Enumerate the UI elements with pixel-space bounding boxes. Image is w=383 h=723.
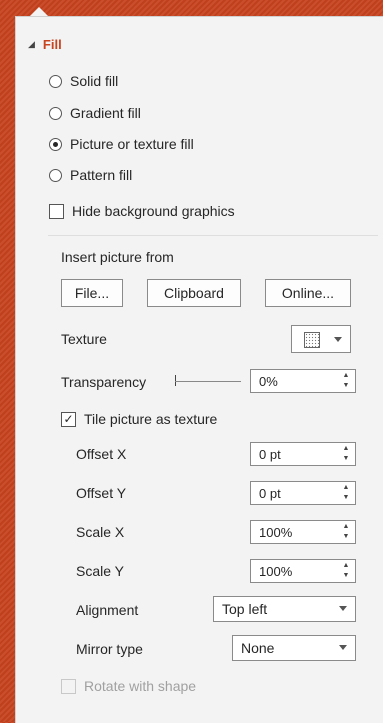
offset-x-input[interactable]: 0 pt ▲ ▼ [250,442,356,466]
rotate-with-shape-label: Rotate with shape [84,678,197,694]
transparency-input[interactable]: 0% ▲ ▼ [250,369,356,393]
chevron-down-icon [334,337,342,342]
mirror-type-dropdown[interactable]: None [232,635,356,661]
hide-background-label: Hide background graphics [72,203,235,219]
chevron-down-icon [339,645,347,650]
offset-y-input[interactable]: 0 pt ▲ ▼ [250,481,356,505]
fill-section-title: Fill [42,37,62,52]
texture-label: Texture [61,331,107,347]
clipboard-button[interactable]: Clipboard [147,279,241,307]
radio-label: Solid fill [70,73,119,89]
radio-button[interactable] [49,74,62,88]
mirror-type-value: None [241,640,275,656]
radio-label: Gradient fill [70,105,141,121]
file-button[interactable]: File... [61,279,123,307]
radio-button[interactable] [49,168,62,182]
transparency-label: Transparency [61,374,147,390]
pane-pointer-notch [30,7,48,16]
spinner-arrows-icon[interactable]: ▲ ▼ [341,562,351,580]
rotate-with-shape-checkbox [61,678,76,694]
scale-y-value: 100% [259,563,293,579]
offset-y-value: 0 pt [259,485,281,501]
radio-solid-fill[interactable]: Solid fill [49,73,118,89]
offset-y-label: Offset Y [76,485,127,501]
alignment-dropdown[interactable]: Top left [213,596,356,622]
scale-y-label: Scale Y [76,563,124,579]
spinner-arrows-icon[interactable]: ▲ ▼ [341,484,351,502]
format-pane: ◢ Fill Solid fill Gradient fill Picture … [15,16,383,723]
online-button[interactable]: Online... [265,279,351,307]
radio-button[interactable] [49,137,62,151]
insert-picture-label: Insert picture from [61,249,174,265]
spinner-arrows-icon[interactable]: ▲ ▼ [341,445,351,463]
mirror-type-label: Mirror type [76,641,143,657]
radio-button[interactable] [49,106,62,120]
tile-picture-checkbox[interactable]: ✓ [61,411,76,427]
tile-picture-option[interactable]: ✓ Tile picture as texture [61,411,217,427]
collapse-triangle-icon: ◢ [28,39,35,49]
section-divider [48,235,378,236]
transparency-slider[interactable] [175,375,241,387]
texture-swatch-icon [304,332,320,348]
offset-x-label: Offset X [76,446,127,462]
scale-x-label: Scale X [76,524,125,540]
radio-gradient-fill[interactable]: Gradient fill [49,105,141,121]
texture-picker-button[interactable] [291,325,351,353]
scale-x-input[interactable]: 100% ▲ ▼ [250,520,356,544]
hide-background-checkbox[interactable] [49,203,64,219]
rotate-with-shape-option: Rotate with shape [61,678,196,694]
radio-label: Picture or texture fill [70,136,194,152]
alignment-label: Alignment [76,602,139,618]
radio-label: Pattern fill [70,167,133,183]
spinner-arrows-icon[interactable]: ▲ ▼ [341,523,351,541]
radio-picture-fill[interactable]: Picture or texture fill [49,136,194,152]
chevron-down-icon [339,606,347,611]
offset-x-value: 0 pt [259,446,281,462]
slider-track[interactable] [175,381,241,382]
scale-y-input[interactable]: 100% ▲ ▼ [250,559,356,583]
alignment-value: Top left [222,601,268,617]
radio-pattern-fill[interactable]: Pattern fill [49,167,132,183]
hide-background-graphics-option[interactable]: Hide background graphics [49,203,235,219]
tile-picture-label: Tile picture as texture [84,411,218,427]
scale-x-value: 100% [259,524,293,540]
fill-section-header[interactable]: ◢ Fill [28,37,62,52]
spinner-arrows-icon[interactable]: ▲ ▼ [341,372,351,390]
transparency-value: 0% [259,373,278,389]
